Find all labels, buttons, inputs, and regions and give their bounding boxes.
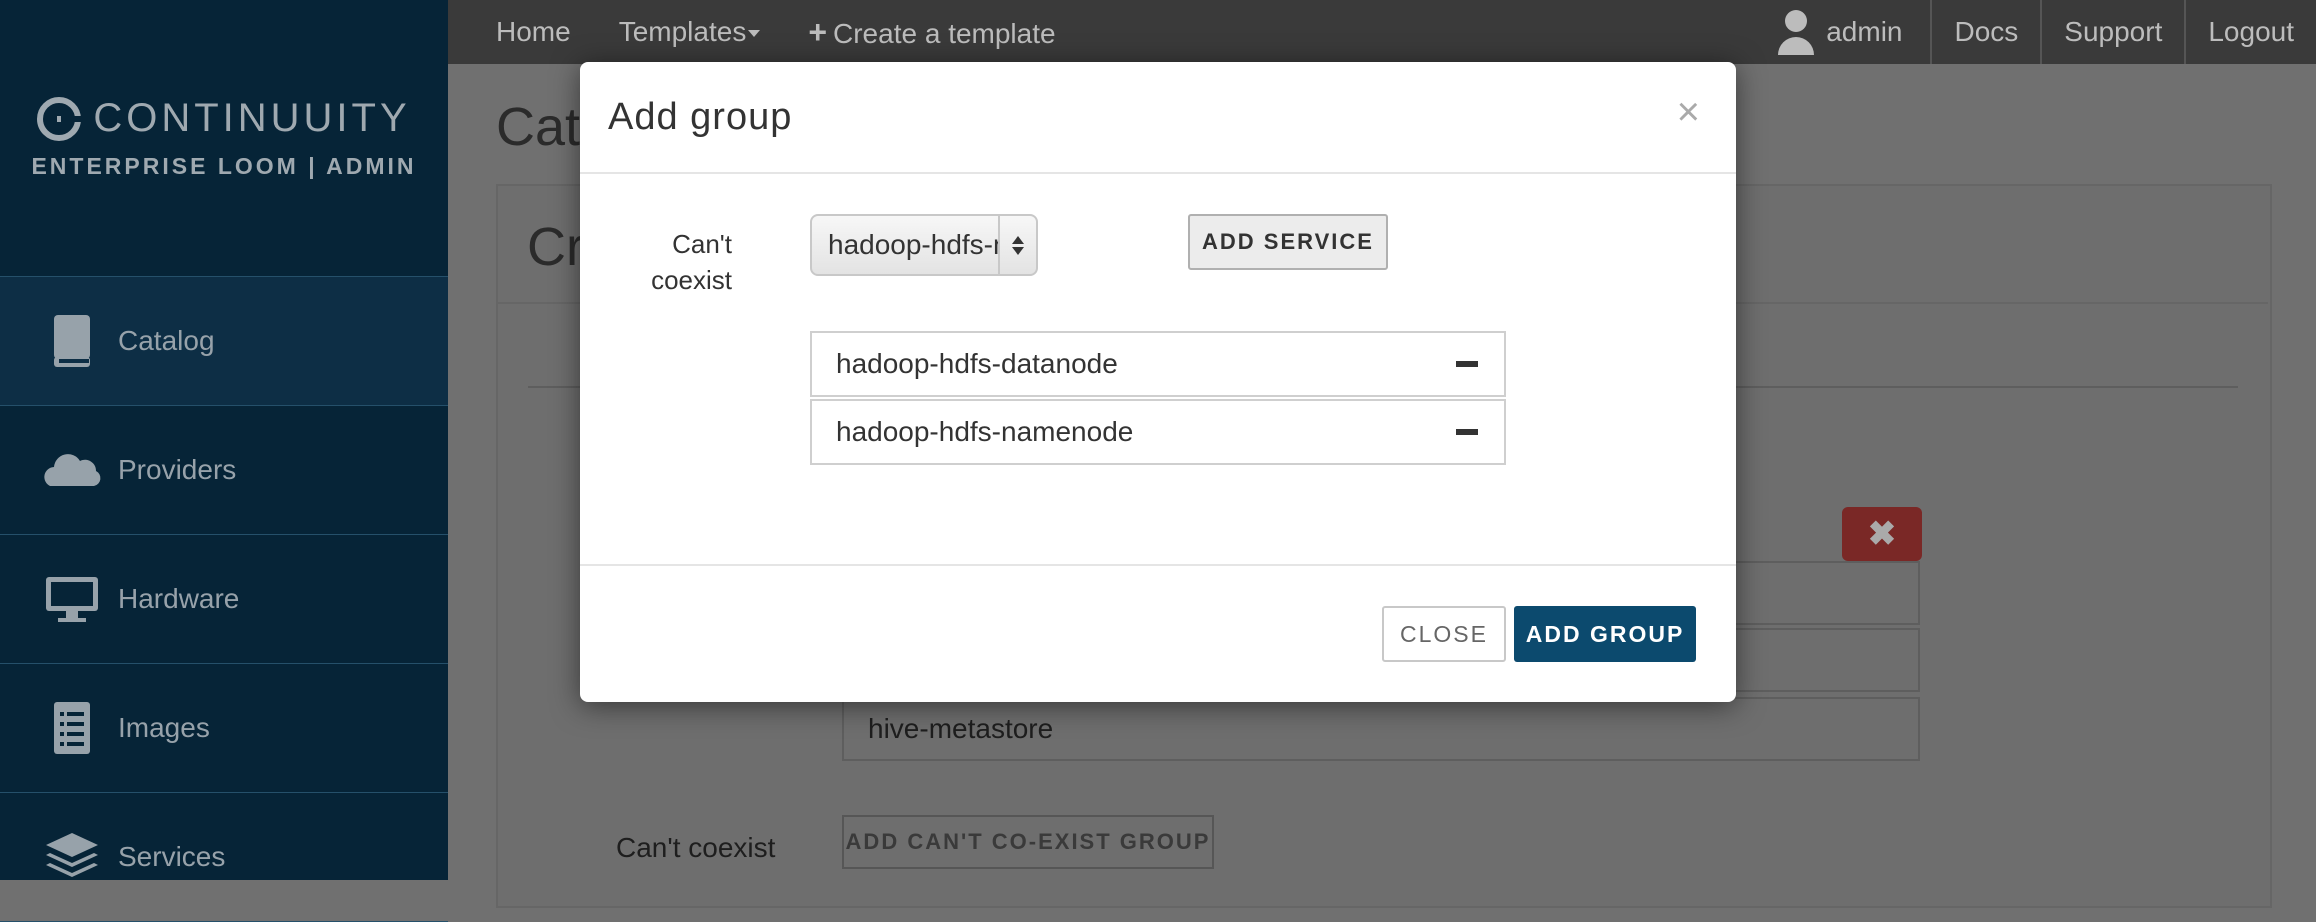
brand-name-row: CONTINUUITY xyxy=(0,96,448,141)
continuuity-logo-icon xyxy=(37,96,82,141)
add-service-button[interactable]: ADD SERVICE xyxy=(1188,214,1388,270)
topbar-left: Home Templates + Create a template xyxy=(496,0,1056,64)
cant-coexist-field-label: Can't coexist xyxy=(651,229,732,295)
username: admin xyxy=(1826,16,1903,47)
user-icon xyxy=(1778,10,1815,55)
monitor-icon xyxy=(40,567,104,631)
sidebar-item-label: Services xyxy=(118,841,226,872)
sidebar-item-providers[interactable]: Providers xyxy=(0,406,448,535)
nav-support-link[interactable]: Support xyxy=(2040,0,2184,64)
close-button[interactable]: CLOSE xyxy=(1382,606,1506,662)
document-icon xyxy=(40,696,104,760)
topbar-right: admin Docs Support Logout xyxy=(1776,0,2316,64)
nav-home-link[interactable]: Home xyxy=(496,16,571,48)
form-panel-title: Cr xyxy=(527,217,584,277)
service-list-item: hadoop-hdfs-datanode xyxy=(810,331,1506,397)
plus-icon: + xyxy=(808,13,828,50)
nav-create-template-label: Create a template xyxy=(833,17,1056,49)
book-icon xyxy=(40,309,104,373)
user-menu[interactable]: admin xyxy=(1776,7,1930,57)
minus-icon[interactable] xyxy=(1456,361,1478,367)
modal-footer-divider xyxy=(580,564,1736,566)
modal-title: Add group xyxy=(608,96,793,138)
nav-create-template-link[interactable]: + Create a template xyxy=(808,14,1055,51)
modal-header: Add group × xyxy=(580,62,1736,174)
caret-down-icon xyxy=(748,30,761,38)
nav-templates-label: Templates xyxy=(618,16,747,47)
add-group-button[interactable]: ADD GROUP xyxy=(1514,606,1696,662)
cloud-icon xyxy=(40,438,104,502)
sidebar-item-hardware[interactable]: Hardware xyxy=(0,535,448,664)
nav-docs-link[interactable]: Docs xyxy=(1930,0,2040,64)
sidebar-nav: Catalog Providers Hardware Images Servic… xyxy=(0,276,448,922)
select-arrows-icon xyxy=(998,216,1036,274)
sidebar-item-label: Catalog xyxy=(118,325,215,356)
add-cant-coexist-group-button[interactable]: ADD CAN'T CO-EXIST GROUP xyxy=(842,815,1214,869)
sidebar: CONTINUUITY ENTERPRISE LOOM | ADMIN Cata… xyxy=(0,0,448,922)
sidebar-item-catalog[interactable]: Catalog xyxy=(0,277,448,406)
service-list: hadoop-hdfs-datanode hadoop-hdfs-namenod… xyxy=(810,331,1506,467)
sidebar-item-images[interactable]: Images xyxy=(0,664,448,793)
add-group-modal: Add group × Can't coexist hadoop-hdfs-na… xyxy=(580,62,1736,702)
cant-coexist-label: Can't coexist xyxy=(616,832,776,863)
service-select-value: hadoop-hdfs-namenode xyxy=(828,229,998,260)
brand-subtitle: ENTERPRISE LOOM | ADMIN xyxy=(31,153,417,179)
sidebar-item-label: Providers xyxy=(118,454,237,485)
brand-logo[interactable]: CONTINUUITY ENTERPRISE LOOM | ADMIN xyxy=(0,96,448,180)
service-select[interactable]: hadoop-hdfs-namenode xyxy=(810,214,1038,276)
minus-icon[interactable] xyxy=(1456,429,1478,435)
close-icon: ✖ xyxy=(1867,515,1897,553)
nav-logout-link[interactable]: Logout xyxy=(2184,0,2316,64)
sidebar-item-services[interactable]: Services xyxy=(0,793,448,922)
close-icon[interactable]: × xyxy=(1677,92,1700,132)
service-name: hadoop-hdfs-namenode xyxy=(836,416,1134,447)
top-navbar: Home Templates + Create a template admin … xyxy=(448,0,2316,64)
nav-templates-dropdown[interactable]: Templates xyxy=(619,16,761,48)
service-name: hadoop-hdfs-datanode xyxy=(836,348,1118,379)
sidebar-item-label: Images xyxy=(118,712,210,743)
remove-button[interactable]: ✖ xyxy=(1842,507,1922,561)
service-list-item: hadoop-hdfs-namenode xyxy=(810,399,1506,465)
brand-name: CONTINUUITY xyxy=(93,96,411,140)
sidebar-item-label: Hardware xyxy=(118,583,240,614)
list-item: hive-metastore xyxy=(842,697,1920,761)
layers-icon xyxy=(40,825,104,889)
